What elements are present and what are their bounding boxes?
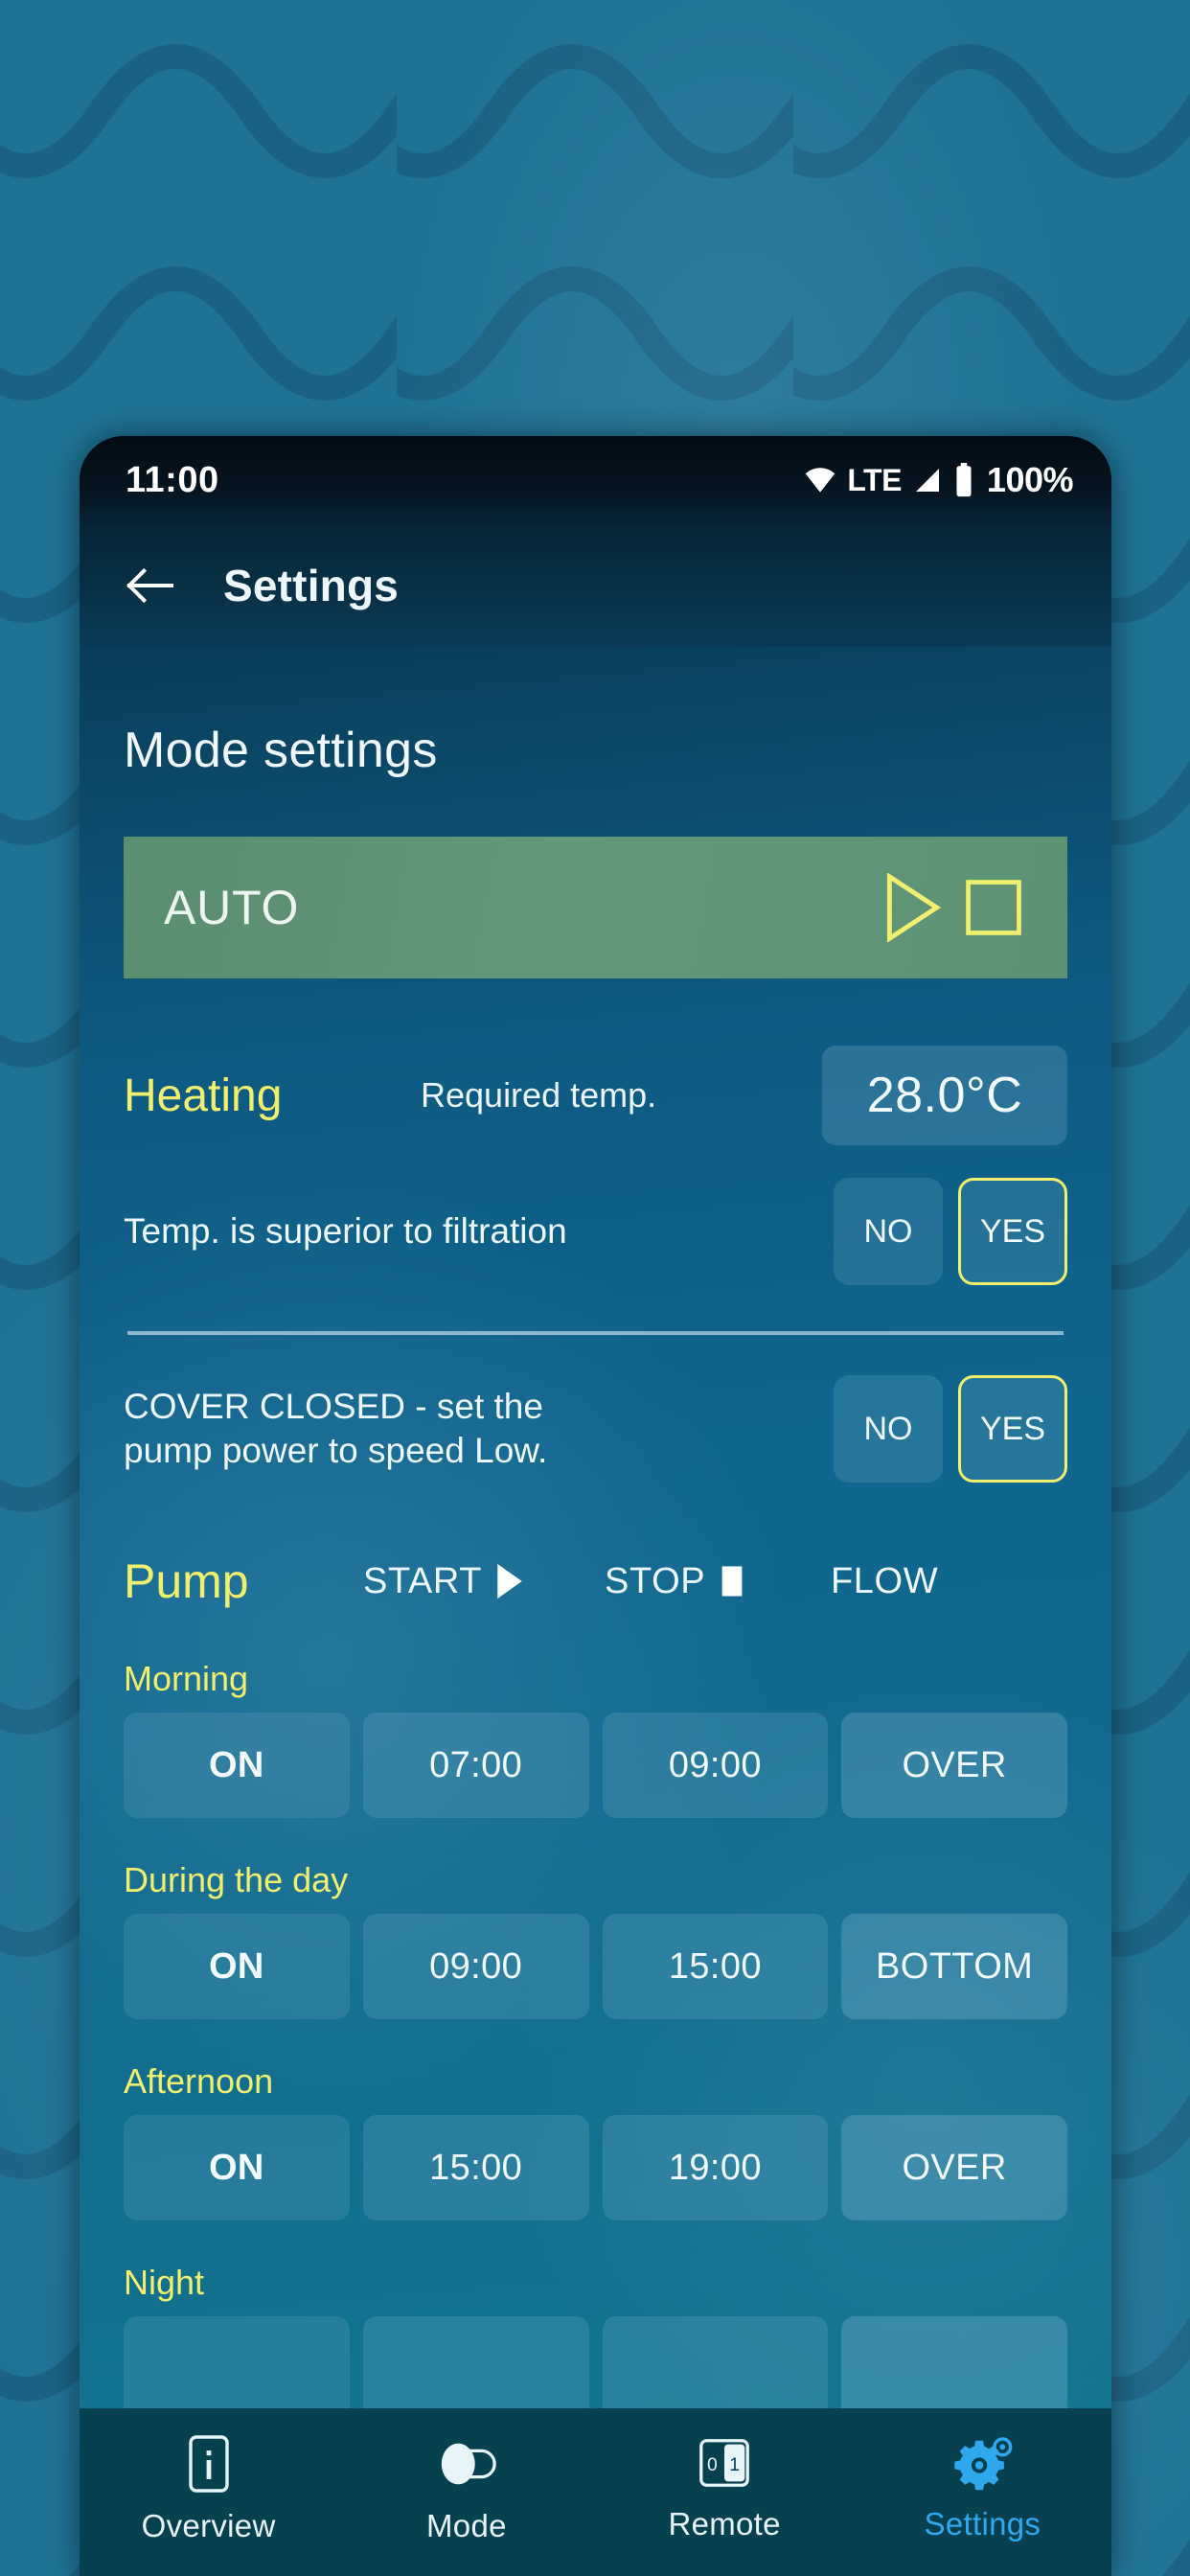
gear-icon xyxy=(950,2433,1014,2493)
schedule-row-morning: ON 07:00 09:00 OVER xyxy=(124,1713,1067,1818)
stop-outline-icon[interactable] xyxy=(964,876,1023,939)
temp-superior-label: Temp. is superior to filtration xyxy=(124,1210,567,1251)
nav-item-overview[interactable]: Overview xyxy=(80,2433,337,2544)
schedule-row-night xyxy=(124,2316,1067,2408)
heating-label: Heating xyxy=(124,1070,283,1121)
cover-closed-line1: COVER CLOSED - set the xyxy=(124,1386,543,1426)
auto-mode-bar[interactable]: AUTO xyxy=(124,837,1067,978)
schedule-row-afternoon: ON 15:00 19:00 OVER xyxy=(124,2115,1067,2220)
pump-start-column-header: START xyxy=(363,1561,605,1602)
pump-header-row: Pump START STOP FLOW xyxy=(124,1546,1067,1617)
night-start-cell[interactable] xyxy=(362,2316,589,2408)
pump-flow-column-header: FLOW xyxy=(831,1560,939,1601)
info-icon xyxy=(184,2433,234,2495)
cover-closed-row: COVER CLOSED - set the pump power to spe… xyxy=(124,1375,1067,1483)
wallpaper: 11:00 LTE 100% Settings Mode settings AU… xyxy=(0,0,1190,2576)
wifi-icon xyxy=(804,464,836,496)
toggle-icon xyxy=(435,2433,498,2495)
svg-text:0: 0 xyxy=(707,2454,718,2475)
temp-superior-no-button[interactable]: NO xyxy=(834,1178,943,1285)
schedule-label-day: During the day xyxy=(124,1860,349,1899)
app-header: Settings xyxy=(80,524,1111,647)
afternoon-stop-cell[interactable]: 19:00 xyxy=(602,2115,829,2220)
pump-start-label: START xyxy=(363,1560,483,1601)
night-flow-cell[interactable] xyxy=(841,2316,1067,2408)
night-stop-cell[interactable] xyxy=(602,2316,829,2408)
day-stop-cell[interactable]: 15:00 xyxy=(602,1914,829,2019)
back-arrow-icon[interactable] xyxy=(124,564,175,608)
play-filled-icon xyxy=(495,1562,524,1600)
morning-state-cell[interactable]: ON xyxy=(124,1713,350,1818)
svg-text:1: 1 xyxy=(729,2454,740,2475)
morning-flow-cell[interactable]: OVER xyxy=(841,1713,1067,1818)
schedule-row-day: ON 09:00 15:00 BOTTOM xyxy=(124,1914,1067,2019)
mode-settings-heading: Mode settings xyxy=(124,723,438,778)
night-state-cell[interactable] xyxy=(124,2316,350,2408)
day-state-cell[interactable]: ON xyxy=(124,1914,350,2019)
battery-icon xyxy=(953,463,974,497)
morning-stop-cell[interactable]: 09:00 xyxy=(602,1713,829,1818)
day-start-cell[interactable]: 09:00 xyxy=(362,1914,589,2019)
temp-superior-options: NO YES xyxy=(834,1178,1067,1285)
status-system-icons: LTE 100% xyxy=(804,460,1074,500)
heating-row: Heating Required temp. 28.0°C xyxy=(124,1046,1067,1145)
battery-percent-label: 100% xyxy=(986,460,1074,499)
afternoon-state-cell[interactable]: ON xyxy=(124,2115,350,2220)
settings-content[interactable]: Mode settings AUTO Heating Required temp… xyxy=(80,647,1111,2408)
nav-item-settings[interactable]: Settings xyxy=(854,2433,1111,2542)
signal-icon xyxy=(912,465,943,495)
pump-stop-label: STOP xyxy=(605,1560,706,1601)
cover-closed-yes-button[interactable]: YES xyxy=(958,1375,1067,1483)
pump-label: Pump xyxy=(124,1554,249,1608)
section-divider xyxy=(127,1331,1064,1335)
pump-stop-column-header: STOP xyxy=(605,1561,831,1602)
nav-label-mode: Mode xyxy=(426,2508,507,2543)
page-title: Settings xyxy=(223,561,400,610)
nav-item-remote[interactable]: 0 1 Remote xyxy=(596,2433,854,2542)
nav-label-settings: Settings xyxy=(924,2506,1041,2542)
afternoon-flow-cell[interactable]: OVER xyxy=(841,2115,1067,2220)
cover-closed-label: COVER CLOSED - set the pump power to spe… xyxy=(124,1385,834,1474)
status-bar: 11:00 LTE 100% xyxy=(80,436,1111,524)
play-outline-icon[interactable] xyxy=(883,872,943,943)
cover-closed-line2: pump power to speed Low. xyxy=(124,1431,548,1470)
required-temp-value[interactable]: 28.0°C xyxy=(822,1046,1067,1145)
auto-mode-icons xyxy=(883,872,1023,943)
phone-screen: 11:00 LTE 100% Settings Mode settings AU… xyxy=(80,436,1111,2576)
schedule-label-afternoon: Afternoon xyxy=(124,2061,274,2101)
cover-closed-no-button[interactable]: NO xyxy=(834,1375,943,1483)
nav-label-remote: Remote xyxy=(668,2506,781,2542)
schedule-label-morning: Morning xyxy=(124,1659,249,1698)
afternoon-start-cell[interactable]: 15:00 xyxy=(362,2115,589,2220)
morning-start-cell[interactable]: 07:00 xyxy=(362,1713,589,1818)
stop-filled-icon xyxy=(719,1563,745,1599)
bottom-navigation-bar: Overview Mode 0 1 Remote Settings xyxy=(80,2408,1111,2576)
required-temp-label: Required temp. xyxy=(421,1075,657,1115)
temp-superior-yes-button[interactable]: YES xyxy=(958,1178,1067,1285)
switch-0-1-icon: 0 1 xyxy=(695,2433,754,2493)
day-flow-cell[interactable]: BOTTOM xyxy=(841,1914,1067,2019)
nav-label-overview: Overview xyxy=(141,2508,276,2543)
nav-item-mode[interactable]: Mode xyxy=(337,2433,595,2544)
auto-mode-label: AUTO xyxy=(164,881,300,934)
network-type-label: LTE xyxy=(847,462,902,497)
temp-superior-row: Temp. is superior to filtration NO YES xyxy=(124,1178,1067,1285)
cover-closed-options: NO YES xyxy=(834,1375,1067,1483)
schedule-label-night: Night xyxy=(124,2263,205,2302)
status-clock: 11:00 xyxy=(126,459,219,500)
